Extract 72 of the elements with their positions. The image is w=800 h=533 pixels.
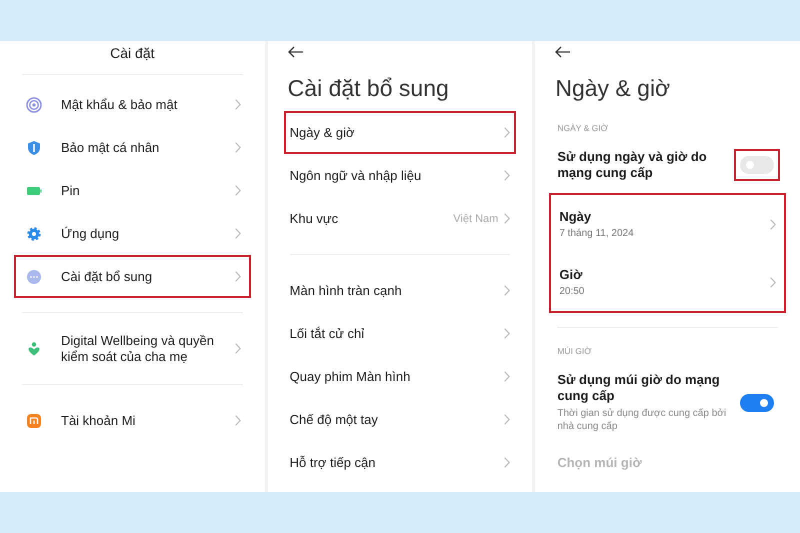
more-icon bbox=[26, 268, 42, 284]
chevron-right-icon bbox=[504, 170, 510, 182]
chevron-right-icon bbox=[504, 285, 510, 296]
item-description: Thời gian sử dụng được cung cấp bởi nhà cung cấp bbox=[557, 407, 728, 433]
item-label: Chế độ một tay bbox=[290, 412, 379, 428]
chevron-right-icon bbox=[234, 343, 241, 354]
item-label: Cài đặt bổ sung bbox=[61, 268, 154, 284]
chevron-right-icon bbox=[234, 185, 241, 196]
chevron-right-icon bbox=[770, 276, 776, 288]
item-label: Sử dụng ngày và giờ do mạng cung cấp bbox=[557, 149, 708, 182]
list-item[interactable]: Lối tắt cử chỉ bbox=[284, 312, 516, 355]
back-arrow-icon[interactable] bbox=[288, 46, 304, 58]
screen-title: Ngày & giờ bbox=[555, 75, 670, 102]
list-item[interactable]: Quay phim Màn hình bbox=[284, 355, 516, 398]
item-label: Digital Wellbeing và quyền kiểm soát của cha mẹ bbox=[61, 332, 215, 364]
list-item[interactable]: Cài đặt bổ sung bbox=[14, 255, 251, 298]
item-label: Ngày & giờ bbox=[290, 124, 356, 141]
item-label: Lối tắt cử chỉ bbox=[290, 326, 366, 342]
toggle-switch[interactable] bbox=[740, 394, 774, 412]
item-label: Chọn múi giờ bbox=[557, 454, 643, 470]
chevron-right-icon bbox=[504, 127, 510, 138]
item-label: Màn hình tràn cạnh bbox=[290, 282, 403, 298]
item-label: Hỗ trợ tiếp cận bbox=[290, 454, 377, 470]
person-heart-icon bbox=[26, 340, 42, 356]
chevron-right-icon bbox=[504, 414, 510, 425]
list-item[interactable]: Ngày 7 tháng 11, 2024 bbox=[551, 195, 784, 254]
list-item[interactable]: Hỗ trợ tiếp cận bbox=[284, 441, 516, 484]
item-label: Ngày bbox=[559, 209, 592, 226]
chevron-right-icon bbox=[504, 457, 510, 468]
list-item[interactable]: Ngày & giờ bbox=[284, 111, 516, 154]
item-label: Ngôn ngữ và nhập liệu bbox=[290, 168, 422, 184]
chevron-right-icon bbox=[234, 142, 241, 153]
screen-title: Cài đặt bbox=[110, 45, 155, 61]
list-item[interactable]: Mật khẩu & bảo mật bbox=[14, 83, 251, 126]
list-item[interactable]: Pin bbox=[14, 169, 251, 212]
list-item[interactable]: Màn hình tràn cạnh bbox=[284, 269, 516, 312]
list-item[interactable]: Chế độ một tay bbox=[284, 398, 516, 441]
item-label: Mật khẩu & bảo mật bbox=[61, 96, 178, 112]
item-label: Bảo mật cá nhân bbox=[61, 140, 160, 156]
chevron-right-icon bbox=[504, 371, 510, 382]
list-item[interactable]: Khu vực Việt Nam bbox=[284, 197, 516, 240]
list-item[interactable]: Bảo mật cá nhân bbox=[14, 126, 251, 169]
item-label: Khu vực bbox=[290, 210, 340, 227]
fingerprint-icon bbox=[26, 96, 42, 112]
item-value: 7 tháng 11, 2024 bbox=[559, 228, 635, 240]
list-item[interactable]: Digital Wellbeing và quyền kiểm soát của cha mẹ bbox=[14, 327, 251, 370]
item-label: Sử dụng múi giờ do mạng cung cấp bbox=[557, 372, 721, 404]
list-item[interactable]: Tài khoản Mi bbox=[14, 399, 251, 442]
shield-icon bbox=[26, 140, 42, 156]
item-label: Ứng dụng bbox=[61, 226, 120, 242]
chevron-right-icon bbox=[234, 271, 241, 282]
item-label: Tài khoản Mi bbox=[61, 412, 136, 428]
item-label: Giờ bbox=[559, 267, 584, 284]
item-value: Việt Nam bbox=[453, 212, 498, 225]
chevron-right-icon bbox=[234, 415, 241, 426]
gear-icon bbox=[26, 226, 42, 242]
chevron-right-icon bbox=[234, 99, 241, 110]
item-label: Pin bbox=[61, 182, 81, 198]
back-arrow-icon[interactable] bbox=[555, 46, 572, 58]
item-label: Quay phim Màn hình bbox=[290, 368, 412, 384]
list-item[interactable]: Ngôn ngữ và nhập liệu bbox=[284, 154, 516, 198]
section-heading: MÚI GIỜ bbox=[557, 346, 593, 356]
screen-title: Cài đặt bổ sung bbox=[288, 75, 449, 102]
list-item[interactable]: Giờ 20:50 bbox=[551, 253, 784, 312]
chevron-right-icon bbox=[504, 213, 510, 224]
item-value: 20:50 bbox=[559, 286, 586, 298]
chevron-right-icon bbox=[770, 218, 776, 230]
chevron-right-icon bbox=[234, 228, 241, 239]
chevron-right-icon bbox=[504, 328, 510, 339]
list-item[interactable]: Ứng dụng bbox=[14, 212, 251, 255]
mi-logo-icon bbox=[26, 412, 42, 428]
section-heading: NGÀY & GIỜ bbox=[557, 123, 609, 134]
